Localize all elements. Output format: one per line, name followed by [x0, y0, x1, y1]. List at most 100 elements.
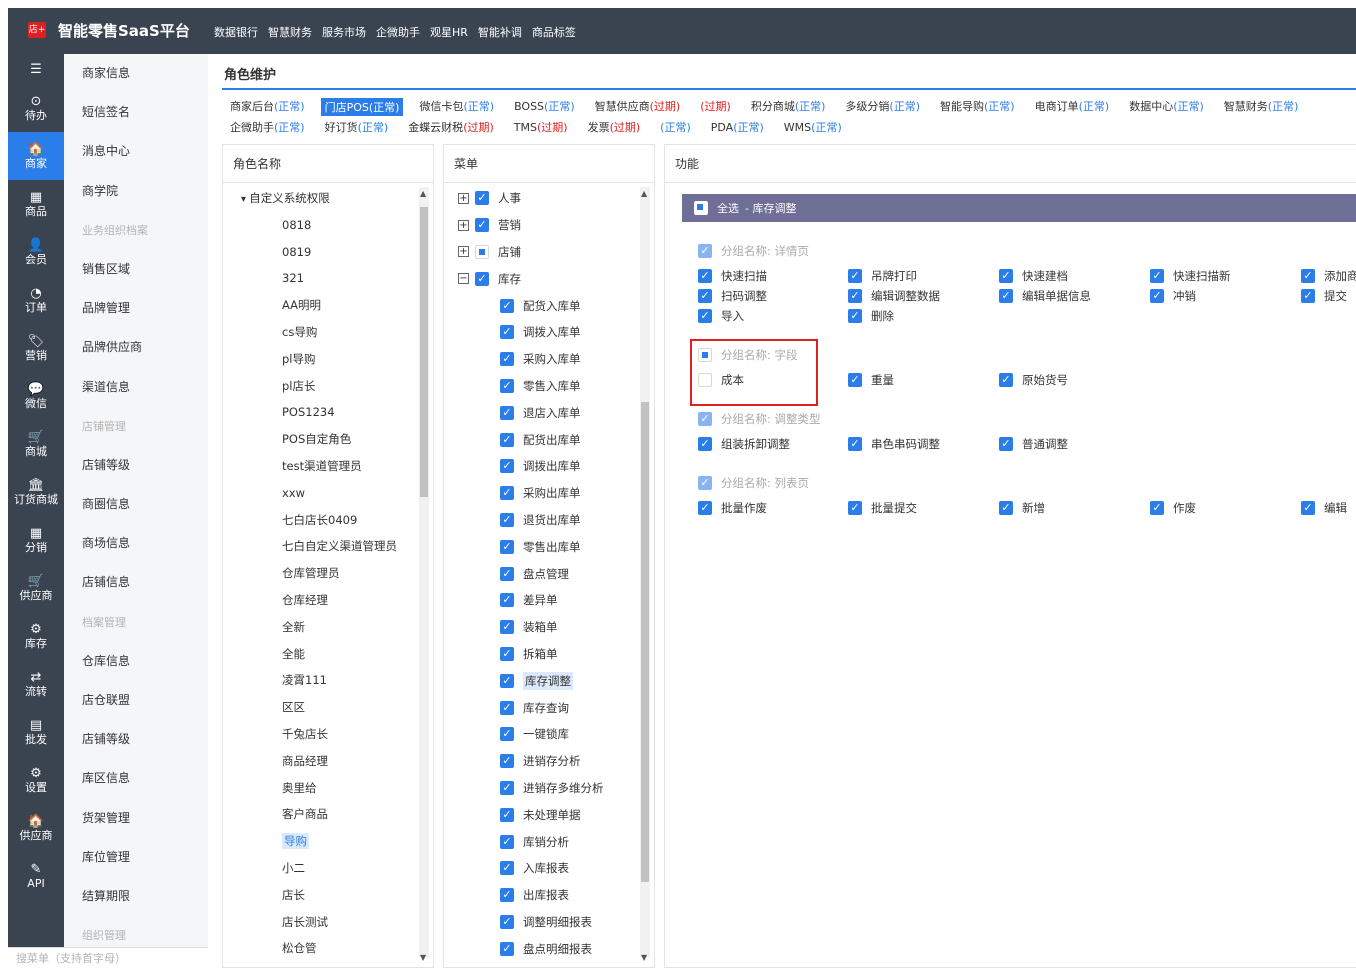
menu-checkbox[interactable]: ✓: [475, 218, 489, 233]
menu-checkbox[interactable]: ✓: [500, 512, 514, 527]
function-group-title[interactable]: ✓ 分组名称: 列表页: [698, 475, 809, 491]
top-nav-item[interactable]: 企微助手: [376, 24, 420, 40]
function-checkbox-item[interactable]: ✓ 组装拆卸调整: [698, 436, 790, 452]
sidebar-item[interactable]: 💬 微信: [8, 372, 64, 420]
function-checkbox[interactable]: ✓: [698, 476, 712, 490]
function-checkbox-item[interactable]: ✓ 扫码调整: [698, 288, 767, 304]
function-checkbox[interactable]: ✓: [999, 501, 1013, 515]
menu-tree-child[interactable]: ✓ 盘点管理: [458, 560, 638, 587]
function-checkbox[interactable]: ✓: [1301, 289, 1315, 303]
sidebar-item[interactable]: 👤 会员: [8, 228, 64, 276]
sidebar-item[interactable]: ▤ 批发: [8, 708, 64, 756]
function-checkbox[interactable]: ✓: [848, 373, 862, 387]
top-nav-item[interactable]: 商品标签: [532, 24, 576, 40]
function-checkbox[interactable]: ✓: [999, 437, 1013, 451]
sidebar-item[interactable]: ▦ 商品: [8, 180, 64, 228]
submenu-item[interactable]: 库位管理: [64, 838, 208, 877]
tab-item[interactable]: (正常): [660, 119, 691, 135]
function-checkbox-item[interactable]: ✓ 导入: [698, 308, 744, 324]
tab-item[interactable]: 电商订单(正常): [1035, 98, 1110, 116]
menu-tree-child[interactable]: ✓ 调拨入库单: [458, 319, 638, 346]
sidebar-item[interactable]: ⊙ 待办: [8, 84, 64, 132]
function-checkbox-item[interactable]: ✓ 添加商: [1301, 268, 1356, 284]
function-checkbox[interactable]: ✓: [1301, 501, 1315, 515]
expand-icon[interactable]: +: [458, 192, 469, 204]
role-item[interactable]: POS1234: [223, 399, 413, 426]
menu-checkbox[interactable]: ✓: [500, 566, 514, 581]
menu-tree-child[interactable]: ✓ 一键锁库: [458, 721, 638, 748]
submenu-item[interactable]: 商家信息: [64, 54, 208, 93]
function-checkbox-item[interactable]: ✓ 作废: [1150, 500, 1196, 516]
menu-checkbox[interactable]: ✓: [475, 191, 489, 206]
role-item[interactable]: xxw: [223, 480, 413, 507]
menu-checkbox[interactable]: ✓: [500, 352, 514, 367]
function-checkbox[interactable]: ✓: [848, 437, 862, 451]
submenu-item[interactable]: 销售区域: [64, 250, 208, 289]
menu-tree-node[interactable]: + 店铺: [458, 239, 638, 266]
menu-tree-child[interactable]: ✓ 装箱单: [458, 614, 638, 641]
submenu-item[interactable]: 店铺等级: [64, 446, 208, 485]
function-checkbox[interactable]: ✓: [1150, 289, 1164, 303]
tab-item[interactable]: 多级分销(正常): [845, 98, 920, 116]
function-group-title[interactable]: ✓ 分组名称: 详情页: [698, 243, 809, 259]
tab-item[interactable]: 智慧财务(正常): [1224, 98, 1299, 116]
function-checkbox-item[interactable]: ✓ 新增: [999, 500, 1045, 516]
function-checkbox-item[interactable]: ✓ 重量: [848, 372, 894, 388]
menu-tree-child[interactable]: ✓ 零售入库单: [458, 373, 638, 400]
menu-tree-node[interactable]: + ✓ 营销: [458, 212, 638, 239]
role-item[interactable]: 仓库管理员: [223, 560, 413, 587]
tab-item[interactable]: 企微助手(正常): [230, 119, 305, 135]
sidebar-item[interactable]: ✎ API: [8, 852, 64, 900]
tab-item[interactable]: WMS(正常): [784, 119, 842, 135]
sidebar-item[interactable]: ▦ 分销: [8, 516, 64, 564]
role-item[interactable]: 全新: [223, 614, 413, 641]
submenu-item[interactable]: 商场信息: [64, 524, 208, 563]
roles-scrollbar[interactable]: [419, 187, 429, 957]
tab-item[interactable]: 数据中心(正常): [1129, 98, 1204, 116]
role-item[interactable]: 店长: [223, 882, 413, 909]
function-checkbox[interactable]: ✓: [848, 501, 862, 515]
top-nav-item[interactable]: 服务市场: [322, 24, 366, 40]
menu-tree-child[interactable]: ✓ 调拨出库单: [458, 453, 638, 480]
function-checkbox[interactable]: ✓: [1150, 269, 1164, 283]
menu-checkbox[interactable]: ✓: [500, 700, 514, 715]
expand-icon[interactable]: +: [458, 246, 469, 258]
sidebar-item[interactable]: 🛒 商城: [8, 420, 64, 468]
submenu-item[interactable]: 品牌供应商: [64, 328, 208, 367]
menu-tree-child[interactable]: ✓ 零售出库单: [458, 533, 638, 560]
submenu-item[interactable]: 货架管理: [64, 799, 208, 838]
tab-item[interactable]: 金蝶云财税(过期): [408, 119, 494, 135]
function-checkbox-item[interactable]: ✓ 批量提交: [848, 500, 917, 516]
scroll-down-icon[interactable]: ▼: [420, 953, 426, 962]
sidebar-item[interactable]: 🛒 供应商: [8, 564, 64, 612]
sidebar-item[interactable]: 🏷 营销: [8, 324, 64, 372]
function-checkbox-item[interactable]: ✓ 快速扫描新: [1150, 268, 1231, 284]
menu-checkbox[interactable]: ✓: [500, 459, 514, 474]
menu-tree-child[interactable]: ✓ 未处理单据: [458, 801, 638, 828]
menu-checkbox[interactable]: ✓: [500, 754, 514, 769]
function-checkbox[interactable]: ✓: [848, 289, 862, 303]
submenu-item[interactable]: 品牌管理: [64, 289, 208, 328]
tab-item[interactable]: (过期): [700, 98, 731, 116]
function-checkbox-item[interactable]: ✓ 快速建档: [999, 268, 1068, 284]
role-item[interactable]: 0818: [223, 212, 413, 239]
menu-tree-node[interactable]: + ✓ 人事: [458, 185, 638, 212]
menu-checkbox[interactable]: ✓: [500, 646, 514, 661]
menu-checkbox[interactable]: ✓: [500, 298, 514, 313]
function-checkbox-item[interactable]: ✓ 批量作废: [698, 500, 767, 516]
function-checkbox-item[interactable]: ✓ 串色串码调整: [848, 436, 940, 452]
menu-checkbox[interactable]: ✓: [500, 378, 514, 393]
function-checkbox[interactable]: ✓: [698, 269, 712, 283]
scroll-down-icon[interactable]: ▼: [641, 953, 647, 962]
menu-tree-child[interactable]: ✓ 配货出库单: [458, 426, 638, 453]
tab-item[interactable]: BOSS(正常): [514, 98, 575, 116]
role-item[interactable]: AA明明: [223, 292, 413, 319]
top-nav-item[interactable]: 观星HR: [430, 24, 468, 40]
sidebar-item[interactable]: ⇄ 流转: [8, 660, 64, 708]
menu-tree-child[interactable]: ✓ 退店入库单: [458, 399, 638, 426]
menu-tree-child[interactable]: ✓ 进销存分析: [458, 748, 638, 775]
role-item[interactable]: 千兔店长: [223, 721, 413, 748]
menu-tree-child[interactable]: ✓ 差异单: [458, 587, 638, 614]
tab-item[interactable]: 微信卡包(正常): [419, 98, 494, 116]
function-checkbox-item[interactable]: ✓ 普通调整: [999, 436, 1068, 452]
